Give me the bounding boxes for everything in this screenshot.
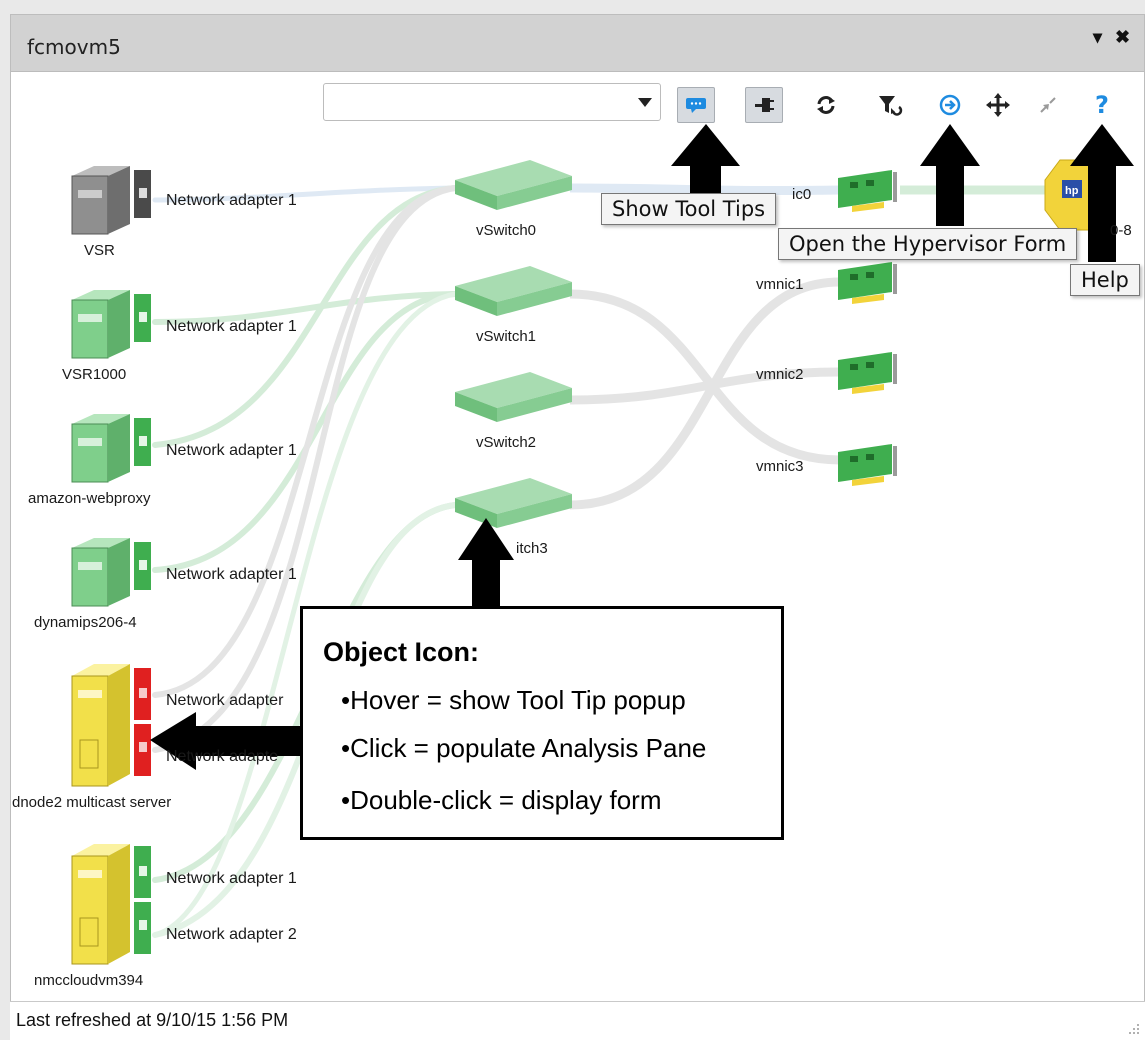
vm-icon-nmccloudvm394[interactable] <box>71 844 151 965</box>
adapter-label: Network adapter 1 <box>166 566 297 583</box>
nic-label: vmnic1 <box>756 276 804 293</box>
vm-label-dnode2-multicast-server: dnode2 multicast server <box>12 794 172 811</box>
arrow-to-tooltips-button <box>671 124 740 194</box>
nic-label: vmnic3 <box>756 458 804 475</box>
vswitch-icon-3[interactable] <box>455 478 572 528</box>
resize-grip-icon[interactable] <box>1127 1022 1141 1036</box>
vm-icon-dnode2-multicast-server[interactable] <box>71 664 151 787</box>
vm-icon-dynamips206-4[interactable] <box>71 538 151 607</box>
vswitch-icon-2[interactable] <box>455 372 572 422</box>
adapter-label: Network adapter <box>166 692 284 709</box>
host-label: 0-8 <box>1110 222 1132 239</box>
nic-icon-vmnic1[interactable] <box>838 262 897 304</box>
adapter-label: Network adapter 1 <box>166 318 297 335</box>
tooltip-show-tool-tips: Show Tool Tips <box>601 193 777 225</box>
vswitch-label: vSwitch1 <box>476 328 537 345</box>
hp-logo-text: hp <box>1065 185 1079 197</box>
vswitch-icon-1[interactable] <box>455 266 572 316</box>
vm-label-amazon-webproxy: amazon-webproxy <box>28 490 151 507</box>
vswitch-label: vSwitch0 <box>476 222 537 239</box>
vm-label-dynamips206-4: dynamips206-4 <box>34 614 137 631</box>
vswitch-icon-0[interactable] <box>455 160 572 210</box>
vm-icon-amazon-webproxy[interactable] <box>71 414 151 483</box>
object-icon-callout: Object Icon: •Hover = show Tool Tip popu… <box>300 606 784 840</box>
nic-icon-vmnic0[interactable] <box>838 170 897 212</box>
callout-item: •Double-click = display form <box>341 785 662 815</box>
adapter-label: Network adapter 1 <box>166 442 297 459</box>
callout-item: •Hover = show Tool Tip popup <box>341 685 686 715</box>
vm-icon-vsr[interactable] <box>71 166 151 235</box>
nic-icon-vmnic3[interactable] <box>838 444 897 486</box>
callout-item: •Click = populate Analysis Pane <box>341 733 707 763</box>
adapter-label: Network adapter 1 <box>166 192 297 209</box>
adapter-label: Network adapter 2 <box>166 926 297 943</box>
nic-icon-vmnic2[interactable] <box>838 352 897 394</box>
arrow-to-vswitch3 <box>458 518 514 608</box>
last-refreshed-text: Last refreshed at 9/10/15 1:56 PM <box>16 1010 289 1030</box>
arrow-to-hypervisor-button <box>920 124 980 226</box>
vswitch-label: vSwitch2 <box>476 434 537 451</box>
adapter-label: Network adapte <box>166 748 279 765</box>
vm-label-vsr: VSR <box>84 242 115 259</box>
nic-label: vmnic2 <box>756 366 804 383</box>
adapter-label: Network adapter 1 <box>166 870 297 887</box>
tooltip-open-hypervisor-form: Open the Hypervisor Form <box>778 228 1078 260</box>
status-bar: Last refreshed at 9/10/15 1:56 PM <box>10 1001 1145 1040</box>
vm-label-nmccloudvm394: nmccloudvm394 <box>34 972 144 989</box>
nic-label: ic0 <box>792 186 812 203</box>
tooltip-help: Help <box>1070 264 1140 296</box>
callout-title: Object Icon: <box>323 637 480 667</box>
vswitch-label: itch3 <box>516 540 548 557</box>
vm-icon-vsr1000[interactable] <box>71 290 151 359</box>
vm-label-vsr1000: VSR1000 <box>62 366 127 383</box>
